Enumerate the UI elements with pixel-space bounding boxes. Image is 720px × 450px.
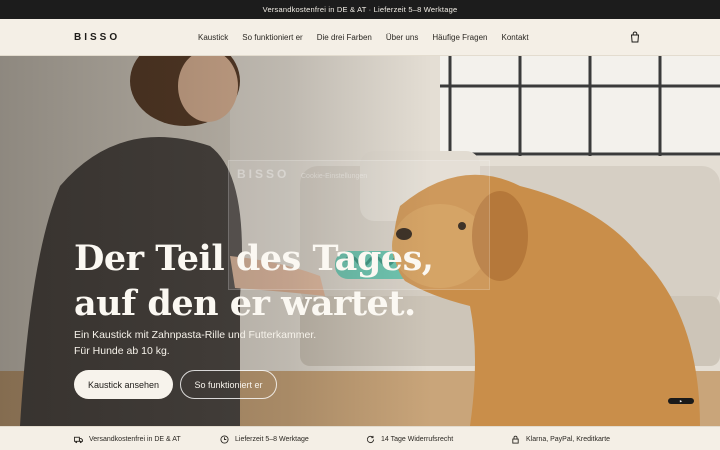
announcement-bar: Versandkostenfrei in DE & AT · Lieferzei… — [0, 0, 720, 19]
trust-item-payment: Klarna, PayPal, Kreditkarte — [511, 427, 610, 450]
site-header: BISSO Kaustick So funktioniert er Die dr… — [0, 19, 720, 56]
ghost-logo: BISSO — [237, 167, 290, 181]
nav-item-kaustick[interactable]: Kaustick — [198, 33, 228, 42]
ghost-title: Cookie-Einstellungen — [301, 173, 368, 180]
trust-item-returns: 14 Tage Widerrufsrecht — [366, 427, 453, 450]
hero-subtext-line-2: Für Hunde ab 10 kg. — [74, 345, 170, 357]
trust-item-shipping: Versandkostenfrei in DE & AT — [74, 427, 181, 450]
hero-headline-line-1: Der Teil des Tages, — [74, 238, 434, 279]
return-icon — [366, 435, 375, 443]
video-badge[interactable]: ▶ — [668, 398, 694, 404]
main-nav: Kaustick So funktioniert er Die drei Far… — [198, 19, 529, 56]
hero-subtext: Ein Kaustick mit Zahnpasta-Rille und Fut… — [74, 327, 344, 359]
announcement-text: Versandkostenfrei in DE & AT · Lieferzei… — [262, 5, 458, 14]
nav-item-faq[interactable]: Häufige Fragen — [432, 33, 487, 42]
trust-label-returns: 14 Tage Widerrufsrecht — [381, 435, 454, 443]
shopping-bag-icon[interactable] — [629, 31, 641, 43]
hero-subtext-line-1: Ein Kaustick mit Zahnpasta-Rille und Fut… — [74, 329, 317, 341]
truck-icon — [74, 436, 83, 443]
trust-label-shipping: Versandkostenfrei in DE & AT — [89, 435, 181, 443]
hero-headline-line-2: auf den er wartet. — [74, 283, 416, 324]
brand-logo[interactable]: BISSO — [74, 32, 120, 43]
trust-label-payment: Klarna, PayPal, Kreditkarte — [526, 435, 611, 443]
trust-bar: Versandkostenfrei in DE & AT Lieferzeit … — [0, 426, 720, 450]
clock-icon — [220, 434, 229, 444]
how-it-works-button[interactable]: So funktioniert er — [180, 370, 277, 399]
nav-item-contact[interactable]: Kontakt — [501, 33, 528, 42]
shop-kaustick-button[interactable]: Kaustick ansehen — [74, 370, 173, 399]
nav-item-colors[interactable]: Die drei Farben — [317, 33, 372, 42]
hero-headline: Der Teil des Tages, auf den er wartet. — [74, 236, 434, 326]
nav-item-how-it-works[interactable]: So funktioniert er — [242, 33, 302, 42]
nav-item-about[interactable]: Über uns — [386, 33, 418, 42]
trust-label-delivery: Lieferzeit 5–8 Werktage — [235, 435, 309, 443]
lock-icon — [512, 435, 519, 444]
trust-item-delivery: Lieferzeit 5–8 Werktage — [220, 427, 309, 450]
